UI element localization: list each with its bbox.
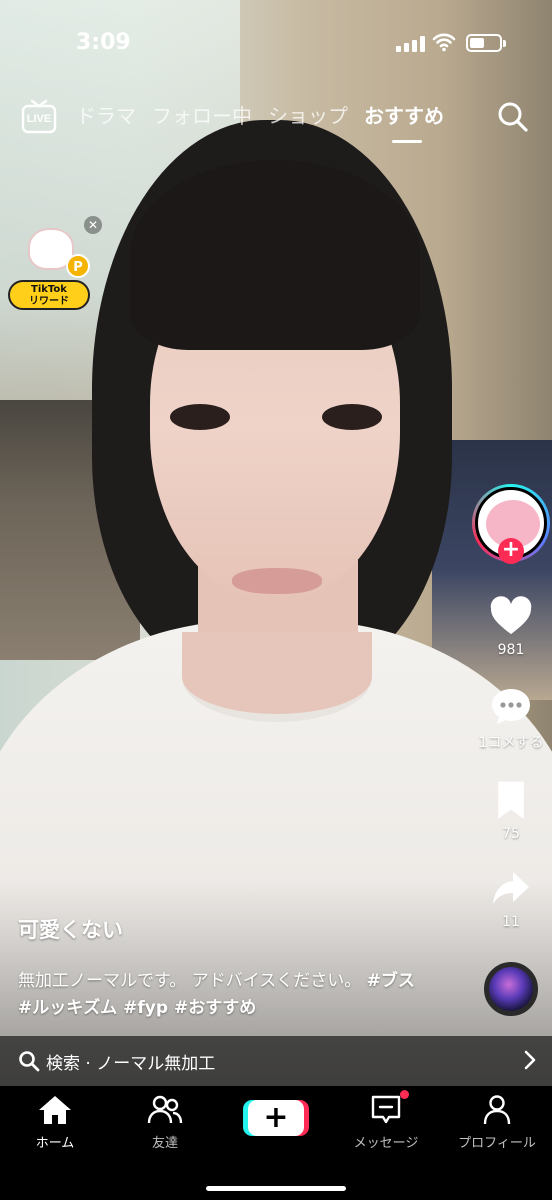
comment-label: 1コメする <box>478 735 544 751</box>
like-button[interactable]: 981 <box>470 596 552 658</box>
plus-icon: + <box>248 1100 304 1136</box>
profile-icon <box>483 1095 511 1125</box>
tab-for-you[interactable]: おすすめ <box>364 100 444 143</box>
wifi-icon <box>432 33 456 52</box>
bookmark-count: 75 <box>502 826 520 842</box>
battery-icon <box>466 34 506 52</box>
share-button[interactable]: 11 <box>470 868 552 930</box>
related-search-text: 検索 · ノーマル無加工 <box>46 1053 216 1074</box>
cellular-signal-icon <box>396 36 425 52</box>
bottom-nav: ホーム 友達 + メッセージ プロフィール <box>0 1086 552 1200</box>
search-icon[interactable] <box>496 100 530 134</box>
sound-disc[interactable] <box>484 962 538 1016</box>
rewards-label-line2: リワード <box>29 296 69 307</box>
person-eye-left <box>170 404 230 430</box>
related-search-bar[interactable]: 検索 · ノーマル無加工 <box>0 1036 552 1086</box>
search-icon <box>19 1051 40 1072</box>
feed-tabs: ドラマ フォロー中 ショップ おすすめ <box>76 100 444 143</box>
nav-home[interactable]: ホーム <box>0 1094 110 1151</box>
live-button[interactable]: LIVE <box>20 98 58 134</box>
tab-shop[interactable]: ショップ <box>268 100 348 129</box>
nav-messages-label: メッセージ <box>353 1136 419 1151</box>
friends-icon <box>147 1095 183 1124</box>
nav-friends-label: 友達 <box>151 1136 178 1151</box>
top-nav: LIVE ドラマ フォロー中 ショップ おすすめ <box>0 92 552 143</box>
tiktok-rewards-badge[interactable]: P TikTok リワード <box>8 228 92 312</box>
live-label: LIVE <box>26 113 52 125</box>
nav-home-label: ホーム <box>35 1136 75 1151</box>
caption-body: 無加工ノーマルです。 アドバイスください。 <box>18 971 362 991</box>
inbox-icon <box>371 1095 401 1124</box>
create-button[interactable]: + <box>243 1100 309 1136</box>
person-eye-right <box>322 404 382 430</box>
tab-following[interactable]: フォロー中 <box>152 100 252 129</box>
video-caption: 可愛くない 無加工ノーマルです。 アドバイスください。 #ブス #ルッキズム #… <box>18 914 418 1022</box>
person-collar <box>182 632 372 722</box>
rewards-label: TikTok リワード <box>8 280 90 310</box>
notification-dot <box>400 1090 409 1099</box>
bookmark-button[interactable]: 75 <box>470 780 552 842</box>
rewards-label-line1: TikTok <box>31 284 67 295</box>
nav-messages[interactable]: メッセージ <box>331 1094 441 1151</box>
home-icon <box>39 1096 71 1124</box>
comment-icon <box>492 689 530 724</box>
status-bar: 3:09 <box>0 0 552 90</box>
heart-icon <box>490 596 532 635</box>
chevron-right-icon <box>524 1050 536 1070</box>
caption-text: 無加工ノーマルです。 アドバイスください。 #ブス #ルッキズム #fyp #お… <box>18 968 418 1022</box>
share-count: 11 <box>502 914 520 930</box>
home-indicator <box>206 1186 346 1191</box>
tab-drama[interactable]: ドラマ <box>76 100 136 129</box>
nav-friends[interactable]: 友達 <box>110 1094 220 1151</box>
follow-plus-icon[interactable]: + <box>498 538 524 564</box>
bookmark-icon <box>498 781 524 819</box>
nav-profile[interactable]: プロフィール <box>442 1094 552 1151</box>
creator-username[interactable]: 可愛くない <box>18 914 418 944</box>
person-bangs <box>130 160 420 350</box>
points-coin-icon: P <box>66 254 90 278</box>
like-count: 981 <box>497 642 525 658</box>
rewards-close-icon[interactable]: ✕ <box>84 216 102 234</box>
status-time: 3:09 <box>76 30 131 55</box>
comment-button[interactable]: 1コメする <box>470 686 552 752</box>
nav-profile-label: プロフィール <box>458 1136 536 1151</box>
battery-level <box>470 38 484 48</box>
person-lips <box>232 568 322 594</box>
share-icon <box>493 872 529 904</box>
